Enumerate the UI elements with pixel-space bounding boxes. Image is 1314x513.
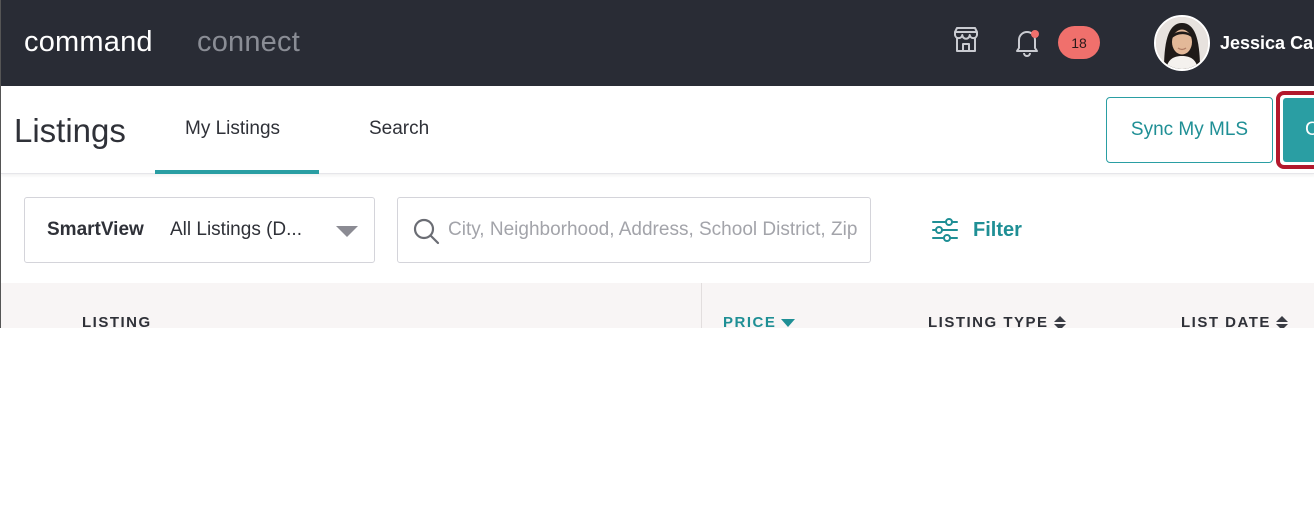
column-header-label: LIST DATE xyxy=(1181,314,1271,328)
user-name[interactable]: Jessica Ca xyxy=(1220,33,1313,54)
column-header-listing-type[interactable]: LISTING TYPE xyxy=(928,314,1066,328)
column-header-label: LISTING TYPE xyxy=(928,314,1049,328)
smartview-dropdown[interactable]: SmartView All Listings (D... xyxy=(24,197,375,263)
create-button-highlight[interactable]: C xyxy=(1276,91,1314,169)
create-button[interactable]: C xyxy=(1283,98,1314,162)
tab-my-listings[interactable]: My Listings xyxy=(185,118,280,140)
sync-my-mls-button[interactable]: Sync My MLS xyxy=(1106,97,1273,163)
column-header-price[interactable]: PRICE xyxy=(723,314,796,328)
page-title: Listings xyxy=(14,112,126,149)
top-navigation-bar: command connect 18 Jessica Ca xyxy=(1,0,1314,86)
search-icon xyxy=(413,218,440,245)
column-header-listing[interactable]: LISTING xyxy=(82,314,152,328)
user-avatar[interactable] xyxy=(1154,15,1210,71)
app-window: command connect 18 Jessica Ca Listings M… xyxy=(0,0,1314,328)
brand-connect[interactable]: connect xyxy=(197,26,300,59)
filter-label: Filter xyxy=(973,218,1022,241)
page-header: Listings My Listings Search Sync My MLS … xyxy=(1,86,1314,174)
chevron-down-icon xyxy=(336,226,358,237)
smartview-selected-value: All Listings (D... xyxy=(170,219,302,240)
notification-count-badge[interactable]: 18 xyxy=(1058,26,1100,59)
active-tab-indicator xyxy=(155,170,319,174)
tab-search[interactable]: Search xyxy=(369,118,429,140)
filter-button[interactable]: Filter xyxy=(931,214,1022,246)
column-header-label: LISTING xyxy=(82,314,152,328)
sliders-icon xyxy=(932,218,958,242)
column-divider xyxy=(701,283,702,328)
column-header-label: PRICE xyxy=(723,314,777,328)
unread-dot xyxy=(1031,30,1039,38)
search-input[interactable] xyxy=(448,208,870,252)
sort-descending-icon xyxy=(781,318,796,327)
store-icon[interactable] xyxy=(950,24,982,56)
sort-icon xyxy=(1275,315,1288,328)
table-header-row: LISTING PRICE LISTING TYPE LIST DATE xyxy=(1,283,1314,328)
search-box[interactable] xyxy=(397,197,871,263)
sort-icon xyxy=(1053,315,1066,328)
brand-command[interactable]: command xyxy=(24,26,153,59)
smartview-label: SmartView xyxy=(47,219,144,240)
column-header-list-date[interactable]: LIST DATE xyxy=(1181,314,1288,328)
